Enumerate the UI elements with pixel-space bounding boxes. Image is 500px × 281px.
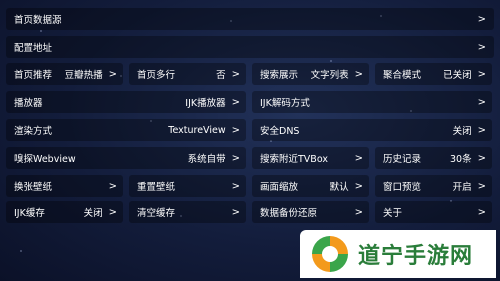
- setting-backup-restore[interactable]: 数据备份还原 >: [252, 201, 369, 223]
- setting-label: 搜索展示: [260, 70, 299, 81]
- setting-search-nearby-tvbox[interactable]: 搜索附近TVBox >: [252, 147, 369, 169]
- chevron-right-icon: >: [477, 41, 486, 53]
- watermark-text: 道宁手游网: [358, 244, 474, 269]
- setting-reset-wallpaper[interactable]: 重置壁纸 >: [129, 175, 246, 197]
- setting-value: 关闭: [83, 208, 103, 219]
- setting-label: 画面缩放: [260, 182, 299, 193]
- chevron-right-icon: >: [477, 96, 486, 108]
- watermark: 道宁手游网: [300, 230, 496, 278]
- chevron-right-icon: >: [477, 180, 486, 192]
- setting-label: 清空缓存: [137, 208, 176, 219]
- setting-label: 首页推荐: [14, 70, 53, 81]
- setting-label: IJK解码方式: [260, 98, 310, 109]
- watermark-logo-icon: [311, 235, 349, 273]
- setting-label: 换张壁纸: [14, 182, 53, 193]
- setting-change-wallpaper[interactable]: 换张壁纸 >: [6, 175, 123, 197]
- setting-player[interactable]: 播放器 IJK播放器 >: [6, 91, 246, 113]
- chevron-right-icon: >: [231, 68, 240, 80]
- setting-about[interactable]: 关于 >: [375, 201, 492, 223]
- setting-value: 已关闭: [443, 70, 472, 81]
- setting-label: 窗口预览: [383, 182, 422, 193]
- setting-label: 聚合模式: [383, 70, 422, 81]
- chevron-right-icon: >: [477, 152, 486, 164]
- setting-value: 系统自带: [187, 154, 226, 165]
- chevron-right-icon: >: [231, 180, 240, 192]
- setting-history[interactable]: 历史记录 30条 >: [375, 147, 492, 169]
- setting-value: 否: [216, 70, 226, 81]
- setting-sniff-webview[interactable]: 嗅探Webview 系统自带 >: [6, 147, 246, 169]
- setting-label: 关于: [383, 208, 403, 219]
- setting-ijk-decode[interactable]: IJK解码方式 >: [252, 91, 492, 113]
- setting-ijk-cache[interactable]: IJK缓存 关闭 >: [6, 201, 123, 223]
- setting-label: 历史记录: [383, 154, 422, 165]
- chevron-right-icon: >: [108, 206, 117, 218]
- chevron-right-icon: >: [477, 13, 486, 25]
- setting-label: 搜索附近TVBox: [260, 154, 328, 165]
- setting-picture-scale[interactable]: 画面缩放 默认 >: [252, 175, 369, 197]
- chevron-right-icon: >: [231, 206, 240, 218]
- setting-label: 数据备份还原: [260, 208, 318, 219]
- setting-label: 安全DNS: [260, 126, 300, 137]
- chevron-right-icon: >: [354, 68, 363, 80]
- setting-value: IJK播放器: [185, 98, 226, 109]
- setting-home-recommend[interactable]: 首页推荐 豆瓣热播 >: [6, 63, 123, 85]
- chevron-right-icon: >: [477, 68, 486, 80]
- setting-value: 开启: [452, 182, 472, 193]
- setting-config-address[interactable]: 配置地址 >: [6, 36, 494, 58]
- setting-secure-dns[interactable]: 安全DNS 关闭 >: [252, 119, 492, 141]
- setting-render-mode[interactable]: 渲染方式 TextureView >: [6, 119, 246, 141]
- chevron-right-icon: >: [477, 206, 486, 218]
- setting-label: 配置地址: [14, 43, 53, 54]
- setting-label: 首页数据源: [14, 15, 62, 26]
- setting-value: 关闭: [452, 126, 472, 137]
- setting-label: 首页多行: [137, 70, 176, 81]
- setting-label: 渲染方式: [14, 126, 53, 137]
- setting-home-datasource[interactable]: 首页数据源 >: [6, 8, 494, 30]
- chevron-right-icon: >: [108, 68, 117, 80]
- setting-label: 重置壁纸: [137, 182, 176, 193]
- setting-home-multirow[interactable]: 首页多行 否 >: [129, 63, 246, 85]
- setting-clear-cache[interactable]: 清空缓存 >: [129, 201, 246, 223]
- chevron-right-icon: >: [231, 96, 240, 108]
- chevron-right-icon: >: [354, 206, 363, 218]
- chevron-right-icon: >: [354, 180, 363, 192]
- setting-aggregate-mode[interactable]: 聚合模式 已关闭 >: [375, 63, 492, 85]
- setting-value: TextureView: [168, 124, 226, 136]
- setting-label: 嗅探Webview: [14, 154, 76, 165]
- setting-value: 默认: [329, 182, 349, 193]
- setting-search-display[interactable]: 搜索展示 文字列表 >: [252, 63, 369, 85]
- setting-value: 30条: [450, 154, 472, 165]
- chevron-right-icon: >: [231, 152, 240, 164]
- chevron-right-icon: >: [477, 124, 486, 136]
- setting-window-preview[interactable]: 窗口预览 开启 >: [375, 175, 492, 197]
- chevron-right-icon: >: [231, 124, 240, 136]
- setting-label: IJK缓存: [14, 208, 45, 219]
- setting-value: 豆瓣热播: [64, 70, 103, 81]
- setting-value: 文字列表: [310, 70, 349, 81]
- chevron-right-icon: >: [354, 152, 363, 164]
- chevron-right-icon: >: [108, 180, 117, 192]
- setting-label: 播放器: [14, 98, 43, 109]
